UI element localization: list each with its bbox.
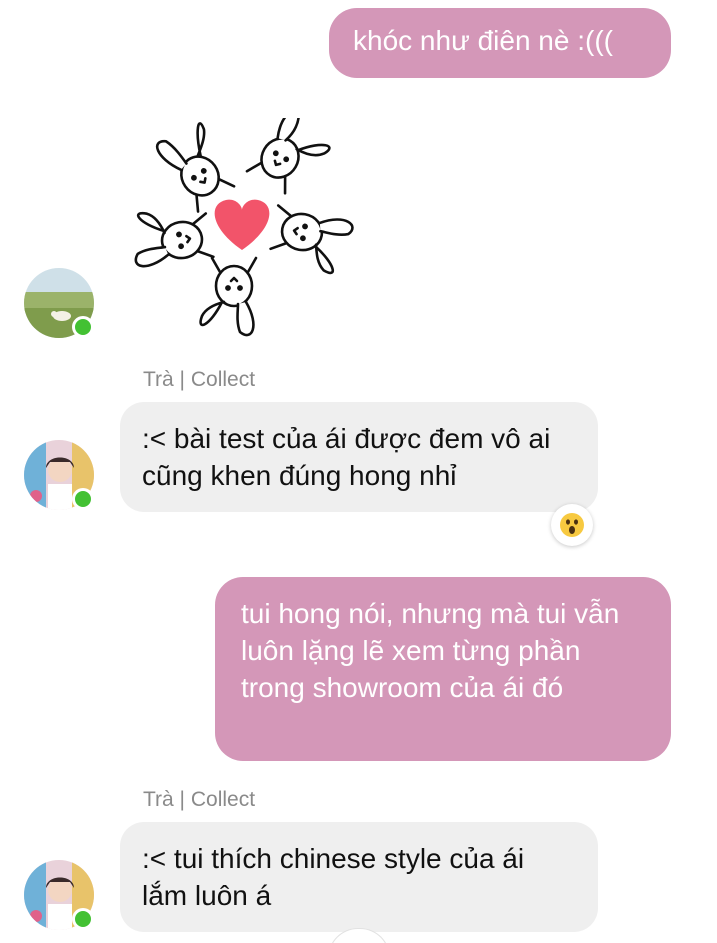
message-text: khóc như điên nè :((( [353,25,613,56]
contact-avatar[interactable] [24,440,94,510]
outgoing-message-bubble[interactable]: khóc như điên nè :((( [329,8,671,78]
contact-avatar[interactable] [24,268,94,338]
online-status-indicator [72,908,94,930]
chat-screen: khóc như điên nè :(((Trà | Collect:< b… [0,0,717,943]
sender-name: Trà | Collect [143,368,256,391]
message-text: tui hong nói, nhưng mà tui vẫn luôn lặng… [241,598,620,703]
online-status-indicator [72,316,94,338]
online-status-indicator [72,488,94,510]
sender-name: Trà | Collect [143,788,256,811]
message-text: :< bài test của ái được đem vô ai cũng k… [142,423,551,491]
outgoing-message-bubble[interactable]: tui hong nói, nhưng mà tui vẫn luôn lặng… [215,577,671,761]
wow-emoji-icon [560,513,584,537]
incoming-message-bubble[interactable]: :< tui thích chinese style của ái lắm lu… [120,822,598,932]
contact-avatar[interactable] [24,860,94,930]
message-reaction[interactable] [551,504,593,546]
message-text: :< tui thích chinese style của ái lắm lu… [142,843,525,911]
incoming-message-bubble[interactable]: :< bài test của ái được đem vô ai cũng k… [120,402,598,512]
heart-icon [214,199,270,250]
bunnies-heart-sticker[interactable] [130,118,362,350]
